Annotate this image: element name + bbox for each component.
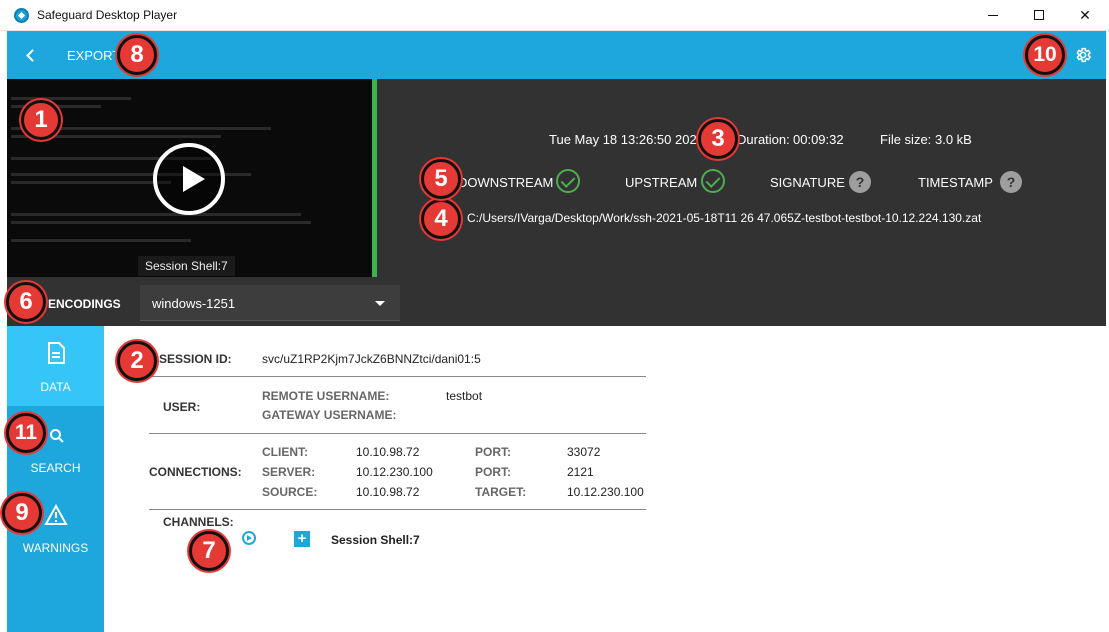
encodings-selected-value: windows-1251 [152,296,236,311]
callout-marker: 3 [698,119,738,159]
document-icon [48,342,65,364]
chevron-left-icon[interactable] [24,46,40,64]
server-label: SERVER: [262,465,316,479]
app-logo-icon [14,8,29,23]
video-preview[interactable]: Session Shell:7 [7,79,372,277]
encodings-label: ENCODINGS [48,297,121,311]
recording-date: Tue May 18 13:26:50 2021 [549,132,704,147]
user-label: USER: [163,400,201,414]
callout-marker: 2 [117,341,157,381]
sidebar: DATA SEARCH WARNINGS [7,326,104,632]
close-icon: ✕ [1079,7,1091,23]
session-id-value: svc/uZ1RP2Kjm7JckZ6BNNZtci/dani01:5 [262,352,481,366]
connections-label: CONNECTIONS: [149,465,242,479]
file-path: C:/Users/IVarga/Desktop/Work/ssh-2021-05… [467,211,982,225]
encodings-select[interactable]: windows-1251 [140,285,400,321]
status-signature-label: SIGNATURE [770,175,845,190]
callout-marker: 4 [421,199,461,239]
callout-marker: 8 [117,35,157,75]
remote-username-label: REMOTE USERNAME: [262,389,390,403]
maximize-button[interactable] [1016,0,1062,31]
gateway-username-label: GATEWAY USERNAME: [262,408,397,422]
window-title: Safeguard Desktop Player [37,8,178,22]
channels-label: CHANNELS: [163,515,234,529]
status-timestamp-label: TIMESTAMP [918,175,993,190]
source-label: SOURCE: [262,485,318,499]
divider [149,509,646,510]
sidebar-item-label: SEARCH [30,461,81,475]
port-label: PORT: [475,465,511,479]
status-upstream-label: UPSTREAM [625,175,698,190]
warning-icon [44,504,68,525]
callout-marker: 10 [1025,35,1065,75]
question-circle-icon[interactable]: ? [1000,171,1022,193]
play-circle-icon[interactable] [242,531,256,545]
preview-caption: Session Shell:7 [138,256,235,276]
duration-label: Duration: [737,132,790,147]
preview-text-line [11,97,131,100]
callout-marker: 11 [6,413,46,453]
server-port-value: 2121 [567,465,594,479]
details-panel: SESSION ID: svc/uZ1RP2Kjm7JckZ6BNNZtci/d… [104,326,1106,632]
status-downstream-label: DOWNSTREAM [458,175,554,190]
client-port-value: 33072 [567,445,601,459]
filesize-label: File size: [880,132,932,147]
app-header: EXPORT [7,31,1106,79]
sidebar-item-label: WARNINGS [22,541,89,555]
caret-down-icon [375,301,385,306]
callout-marker: 5 [421,159,461,199]
gear-icon[interactable] [1074,46,1092,64]
callout-marker: 6 [6,282,46,322]
preview-text-line [11,221,311,224]
preview-text-line [11,213,301,216]
client-label: CLIENT: [262,445,308,459]
callout-marker: 7 [189,531,229,571]
channel-name: Session Shell:7 [331,533,420,547]
sidebar-item-label: DATA [40,380,71,394]
remote-username-value: testbot [446,389,483,403]
duration-value: 00:09:32 [793,132,844,147]
preview-text-line [11,239,191,242]
preview-progress-bar [372,79,377,277]
minimize-icon [988,15,998,16]
callout-marker: 1 [21,100,61,140]
maximize-icon [1034,10,1044,20]
target-label: TARGET: [475,485,527,499]
preview-text-line [11,181,171,184]
check-circle-icon [701,169,725,193]
add-channel-button[interactable]: + [294,531,310,547]
filesize-value: 3.0 kB [935,132,972,147]
player-panel: Session Shell:7 Tue May 18 13:26:50 2021… [7,79,1106,326]
session-id-label: SESSION ID: [159,352,232,366]
minimize-button[interactable] [970,0,1016,31]
sidebar-item-data[interactable]: DATA [7,326,104,406]
divider [149,376,646,377]
close-button[interactable]: ✕ [1062,0,1108,31]
server-value: 10.12.230.100 [356,465,433,479]
search-icon [50,429,64,443]
play-icon[interactable] [153,143,225,215]
client-value: 10.10.98.72 [356,445,420,459]
source-value: 10.10.98.72 [356,485,420,499]
question-circle-icon[interactable]: ? [849,171,871,193]
callout-marker: 9 [2,493,42,533]
check-circle-icon [556,169,580,193]
port-label: PORT: [475,445,511,459]
window-titlebar: Safeguard Desktop Player ✕ [0,0,1109,31]
export-button[interactable]: EXPORT [67,48,120,63]
divider [149,433,646,434]
target-value: 10.12.230.100 [567,485,644,499]
